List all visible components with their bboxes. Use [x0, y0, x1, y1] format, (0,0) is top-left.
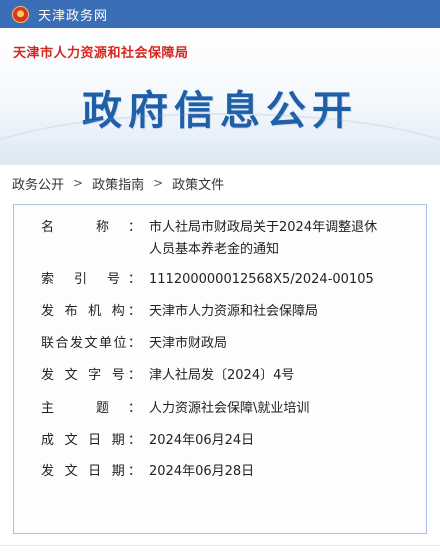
breadcrumb-item-gov-affairs[interactable]: 政务公开 — [12, 174, 64, 193]
field-label: 发 文 字 号： — [41, 368, 141, 383]
field-label: 联合发文单位： — [41, 336, 141, 351]
field-label: 主 题： — [41, 401, 141, 416]
field-label: 名 称： — [41, 220, 141, 235]
national-emblem-icon — [12, 5, 29, 23]
breadcrumb-separator: > — [73, 176, 84, 190]
site-name[interactable]: 天津政务网 — [38, 5, 108, 24]
breadcrumb-item-policy-guide[interactable]: 政策指南 — [92, 174, 144, 193]
field-value: 2024年06月28日 — [149, 464, 255, 479]
field-label: 索 引 号： — [41, 272, 141, 287]
divider — [0, 545, 440, 546]
field-value: 天津市财政局 — [149, 336, 228, 351]
field-value: 人力资源社会保障\就业培训 — [149, 401, 310, 416]
top-bar: 天津政务网 — [0, 0, 440, 28]
field-label: 成 文 日 期： — [41, 433, 141, 448]
field-value: 天津市人力资源和社会保障局 — [149, 304, 319, 319]
breadcrumb-item-policy-docs[interactable]: 政策文件 — [172, 174, 224, 193]
header-banner: 天津市人力资源和社会保障局 政府信息公开 — [0, 28, 440, 165]
field-value: 2024年06月24日 — [149, 433, 255, 448]
breadcrumb-separator: > — [153, 176, 164, 190]
field-label: 发 布 机 构： — [41, 304, 141, 319]
department-name[interactable]: 天津市人力资源和社会保障局 — [13, 42, 189, 61]
document-info-table: 名 称： 市人社局市财政局关于2024年调整退休人员基本养老金的通知 索 引 号… — [13, 204, 427, 534]
field-value: 111200000012568X5/2024-00105 — [149, 272, 374, 287]
field-value: 市人社局市财政局关于2024年调整退休人员基本养老金的通知 — [149, 220, 378, 257]
breadcrumb: 政务公开 > 政策指南 > 政策文件 — [12, 173, 224, 193]
field-value: 津人社局发〔2024〕4号 — [149, 368, 295, 383]
page-title: 政府信息公开 — [82, 88, 358, 134]
field-label: 发 文 日 期： — [41, 464, 141, 479]
